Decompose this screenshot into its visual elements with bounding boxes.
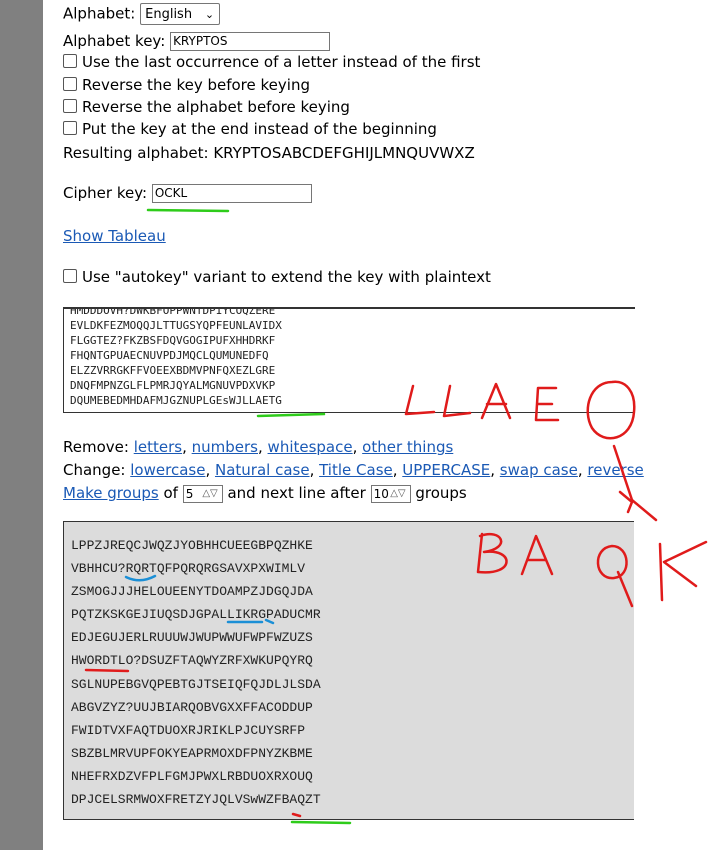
handwritten-arrow <box>612 444 658 522</box>
checkbox[interactable] <box>63 54 77 68</box>
alphabet-key-label: Alphabet key: <box>63 32 166 50</box>
option-label: Reverse the alphabet before keying <box>82 98 350 116</box>
alphabet-row: Alphabet: English ⌄ <box>63 3 221 25</box>
chevron-down-icon: ⌄ <box>204 8 215 21</box>
groups-of-label: of <box>163 484 178 502</box>
input-line: EVLDKFEZMOQQJLTTUGSYQPFEUNLAVIDX <box>70 319 282 332</box>
option-label: Put the key at the end instead of the be… <box>82 120 437 138</box>
checkbox[interactable] <box>63 77 77 91</box>
option-reverse-alphabet[interactable]: Reverse the alphabet before keying <box>63 97 350 117</box>
title-case-link[interactable]: Title Case <box>319 461 393 479</box>
group-size-value: 5 <box>185 486 194 501</box>
remove-label: Remove: <box>63 438 129 456</box>
green-underline <box>256 412 326 418</box>
resulting-alphabet: Resulting alphabet: KRYPTOSABCDEFGHIJLMN… <box>63 144 475 162</box>
cipher-key-row: Cipher key: OCKL <box>63 183 312 203</box>
output-line: VBHHCU?RQRTQFPQRQRGSAVXPXWIMLV <box>71 561 306 577</box>
input-line: DQUMEBEDMHDAFMJGZNUPLGEsWJLLAETG <box>70 394 282 407</box>
input-line: ELZZVRRGKFFVOEEXBDMVPNFQXEZLGRE <box>70 364 276 377</box>
option-label: Reverse the key before keying <box>82 76 310 94</box>
spinner-icon[interactable]: △▽ <box>390 486 405 502</box>
output-line: SGLNUPEBGVQPEBTGJTSEIQFQJDLJLSDA <box>71 676 321 692</box>
checkbox[interactable] <box>63 99 77 113</box>
remove-letters-link[interactable]: letters <box>134 438 182 456</box>
autokey-option[interactable]: Use "autokey" variant to extend the key … <box>63 267 491 287</box>
output-line: PQTZKSKGEJIUQSDJGPALLIKRGPADUCMR <box>71 607 321 623</box>
output-line: FWIDTVXFAQTDUOXRJRIKLPJCUYSRFP <box>71 722 306 738</box>
green-underline <box>146 208 230 213</box>
output-line: HWORDTLO?DSUZFTAQWYZRFXWKUPQYRQ <box>71 653 313 669</box>
option-label: Use the last occurrence of a letter inst… <box>82 53 481 71</box>
option-key-at-end[interactable]: Put the key at the end instead of the be… <box>63 119 437 139</box>
remove-row: Remove: letters, numbers, whitespace, ot… <box>63 438 454 456</box>
output-line: ZSMOGJJJHELOUEENYTDOAMPZJDGQJDA <box>71 584 313 600</box>
spinner-icon[interactable]: △▽ <box>202 486 217 502</box>
show-tableau-row: Show Tableau <box>63 226 166 246</box>
output-line: DPJCELSRMWOXFRETZYJQLVSwWZFBAQZT <box>71 792 321 808</box>
groups-middle-label: and next line after <box>227 484 366 502</box>
input-line: HMDDDOVH?DWKBFOPPWNTDPIYCOQZERE <box>70 307 276 317</box>
ciphertext-input-area[interactable]: HMDDDOVH?DWKBFOPPWNTDPIYCOQZERE EVLDKFEZ… <box>63 307 635 413</box>
groups-row: Make groups of 5 △▽ and next line after … <box>63 483 467 503</box>
left-gray-margin <box>0 0 43 850</box>
output-line: ABGVZYZ?UUJBIARQOBVGXXFFACODDUP <box>71 699 313 715</box>
option-reverse-key[interactable]: Reverse the key before keying <box>63 75 310 95</box>
input-line: FLGGTEZ?FKZBSFDQVGOGIPUFXHHDRKF <box>70 334 276 347</box>
reverse-link[interactable]: reverse <box>587 461 643 479</box>
uppercase-link[interactable]: UPPERCASE <box>402 461 490 479</box>
remove-other-link[interactable]: other things <box>362 438 453 456</box>
alphabet-label: Alphabet: <box>63 4 136 23</box>
make-groups-link[interactable]: Make groups <box>63 484 159 502</box>
output-line: SBZBLMRVUPFOKYEAPRMOXDFPNYZKBME <box>71 745 313 761</box>
alphabet-select-value: English <box>145 7 193 22</box>
natural-case-link[interactable]: Natural case <box>215 461 310 479</box>
input-line: FHQNTGPUAECNUVPDJMQCLQUMUNEDFQ <box>70 349 269 362</box>
cipher-key-input[interactable]: OCKL <box>151 184 312 203</box>
swap-case-link[interactable]: swap case <box>500 461 578 479</box>
groups-end-label: groups <box>415 484 467 502</box>
input-line: DNQFMPNZGLFLPMRJQYALMGNUVPDXVKP <box>70 379 276 392</box>
groups-per-line-value: 10 <box>373 486 389 501</box>
checkbox[interactable] <box>63 121 77 135</box>
alphabet-select[interactable]: English ⌄ <box>140 3 221 25</box>
alphabet-key-row: Alphabet key: KRYPTOS <box>63 31 331 51</box>
output-line: LPPZJREQCJWQZJYOBHHCUEEGBPQZHKE <box>71 538 313 553</box>
option-last-occurrence[interactable]: Use the last occurrence of a letter inst… <box>63 52 480 72</box>
groups-per-line-input[interactable]: 10 △▽ <box>370 484 411 503</box>
checkbox[interactable] <box>63 269 77 283</box>
remove-numbers-link[interactable]: numbers <box>192 438 258 456</box>
output-line: EDJEGUJERLRUUUWJWUPWWUFWPFWZUZS <box>71 630 313 646</box>
change-row: Change: lowercase, Natural case, Title C… <box>63 461 644 479</box>
group-size-input[interactable]: 5 △▽ <box>182 484 223 503</box>
change-label: Change: <box>63 461 126 479</box>
alphabet-key-input[interactable]: KRYPTOS <box>170 32 331 51</box>
output-line: NHEFRXDZVFPLFGMJPWXLRBDUOXRXOUQ <box>71 768 313 784</box>
green-underline <box>290 820 352 825</box>
option-label: Use "autokey" variant to extend the key … <box>82 268 491 286</box>
lowercase-link[interactable]: lowercase <box>130 461 205 479</box>
show-tableau-link[interactable]: Show Tableau <box>63 227 166 245</box>
cipher-key-label: Cipher key: <box>63 184 148 202</box>
remove-whitespace-link[interactable]: whitespace <box>268 438 353 456</box>
plaintext-output-area[interactable]: LPPZJREQCJWQZJYOBHHCUEEGBPQZHKE VBHHCU?R… <box>63 521 634 820</box>
